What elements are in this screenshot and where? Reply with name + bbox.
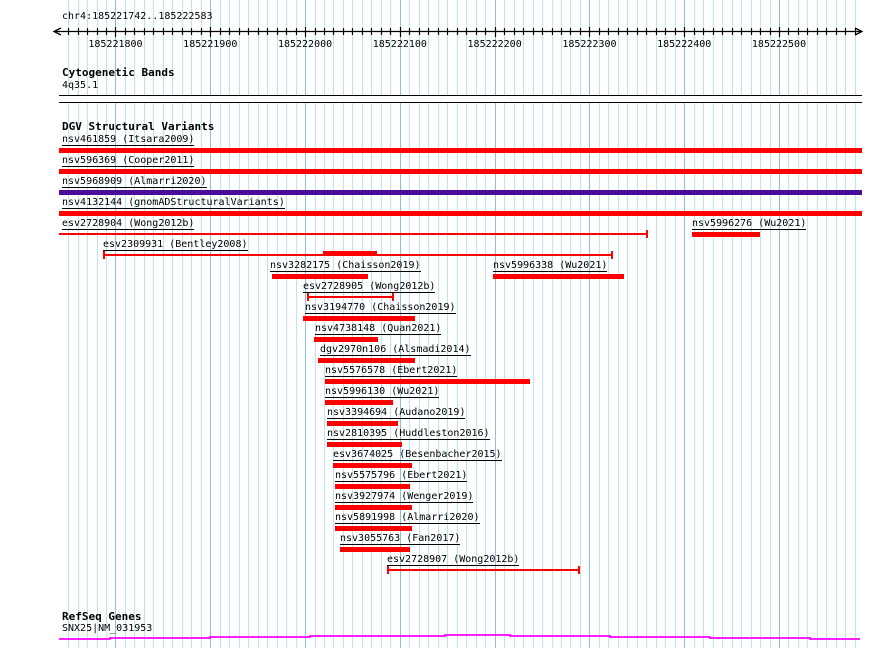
variant-inner-box[interactable] <box>323 251 377 256</box>
variant-bar[interactable] <box>493 274 624 279</box>
variant-label[interactable]: nsv4738148 (Quan2021) <box>315 323 442 335</box>
variant-bar[interactable] <box>325 379 530 384</box>
variant-track-area: nsv461859 (Itsara2009) nsv596369 (Cooper2… <box>0 0 890 650</box>
variant-bar[interactable] <box>272 274 368 279</box>
variant-label[interactable]: esv2309931 (Bentley2008) <box>103 239 248 251</box>
variant-label[interactable]: nsv3194770 (Chaisson2019) <box>305 302 456 314</box>
variant-label[interactable]: nsv5996338 (Wu2021) <box>493 260 608 272</box>
variant-bar[interactable] <box>327 442 402 447</box>
variant-label[interactable]: nsv5891998 (Almarri2020) <box>335 512 480 524</box>
variant-bar[interactable] <box>325 400 393 405</box>
variant-range-cap <box>611 251 613 259</box>
gene-label[interactable]: SNX25|NM_031953 <box>62 623 152 635</box>
variant-bar[interactable] <box>335 526 412 531</box>
variant-label[interactable]: nsv3055763 (Fan2017) <box>340 533 461 545</box>
variant-range-cap <box>578 566 580 574</box>
variant-label[interactable]: nsv3394694 (Audano2019) <box>327 407 466 419</box>
variant-label[interactable]: nsv461859 (Itsara2009) <box>62 134 195 146</box>
variant-bar[interactable] <box>314 337 378 342</box>
variant-bar[interactable] <box>59 190 862 195</box>
variant-label[interactable]: esv2728905 (Wong2012b) <box>303 281 436 293</box>
variant-range-line[interactable] <box>59 233 648 235</box>
variant-label[interactable]: nsv5996276 (Wu2021) <box>692 218 807 230</box>
variant-range-cap <box>646 230 648 238</box>
variant-label[interactable]: nsv5576578 (Ebert2021) <box>325 365 458 377</box>
variant-label[interactable]: esv2728907 (Wong2012b) <box>387 554 520 566</box>
variant-bar[interactable] <box>692 232 760 237</box>
variant-label[interactable]: nsv596369 (Cooper2011) <box>62 155 195 167</box>
variant-label[interactable]: nsv4132144 (gnomADStructuralVariants) <box>62 197 285 209</box>
variant-label[interactable]: nsv3927974 (Wenger2019) <box>335 491 474 503</box>
variant-bar[interactable] <box>59 148 862 153</box>
variant-label[interactable]: nsv5575796 (Ebert2021) <box>335 470 468 482</box>
section-header-refseq-genes: RefSeq Genes <box>62 610 142 623</box>
variant-bar[interactable] <box>335 505 412 510</box>
variant-range-cap <box>307 293 309 301</box>
variant-label[interactable]: nsv5996130 (Wu2021) <box>325 386 440 398</box>
variant-label[interactable]: nsv5968909 (Almarri2020) <box>62 176 207 188</box>
variant-label[interactable]: nsv3282175 (Chaisson2019) <box>270 260 421 272</box>
variant-bar[interactable] <box>333 463 412 468</box>
variant-range-cap <box>103 251 105 259</box>
variant-bar[interactable] <box>318 358 415 363</box>
variant-label[interactable]: nsv2810395 (Huddleston2016) <box>327 428 490 440</box>
variant-range-line[interactable] <box>387 569 580 571</box>
variant-bar[interactable] <box>327 421 398 426</box>
variant-range-cap <box>392 293 394 301</box>
variant-label[interactable]: esv3674025 (Besenbacher2015) <box>333 449 502 461</box>
variant-label[interactable]: dgv2970n106 (Alsmadi2014) <box>320 344 471 356</box>
variant-bar[interactable] <box>59 211 862 216</box>
variant-range-line[interactable] <box>307 296 394 298</box>
variant-bar[interactable] <box>59 169 862 174</box>
variant-label[interactable]: esv2728904 (Wong2012b) <box>62 218 195 230</box>
variant-bar[interactable] <box>335 484 410 489</box>
variant-bar[interactable] <box>303 316 415 321</box>
variant-range-cap <box>387 566 389 574</box>
variant-bar[interactable] <box>340 547 410 552</box>
